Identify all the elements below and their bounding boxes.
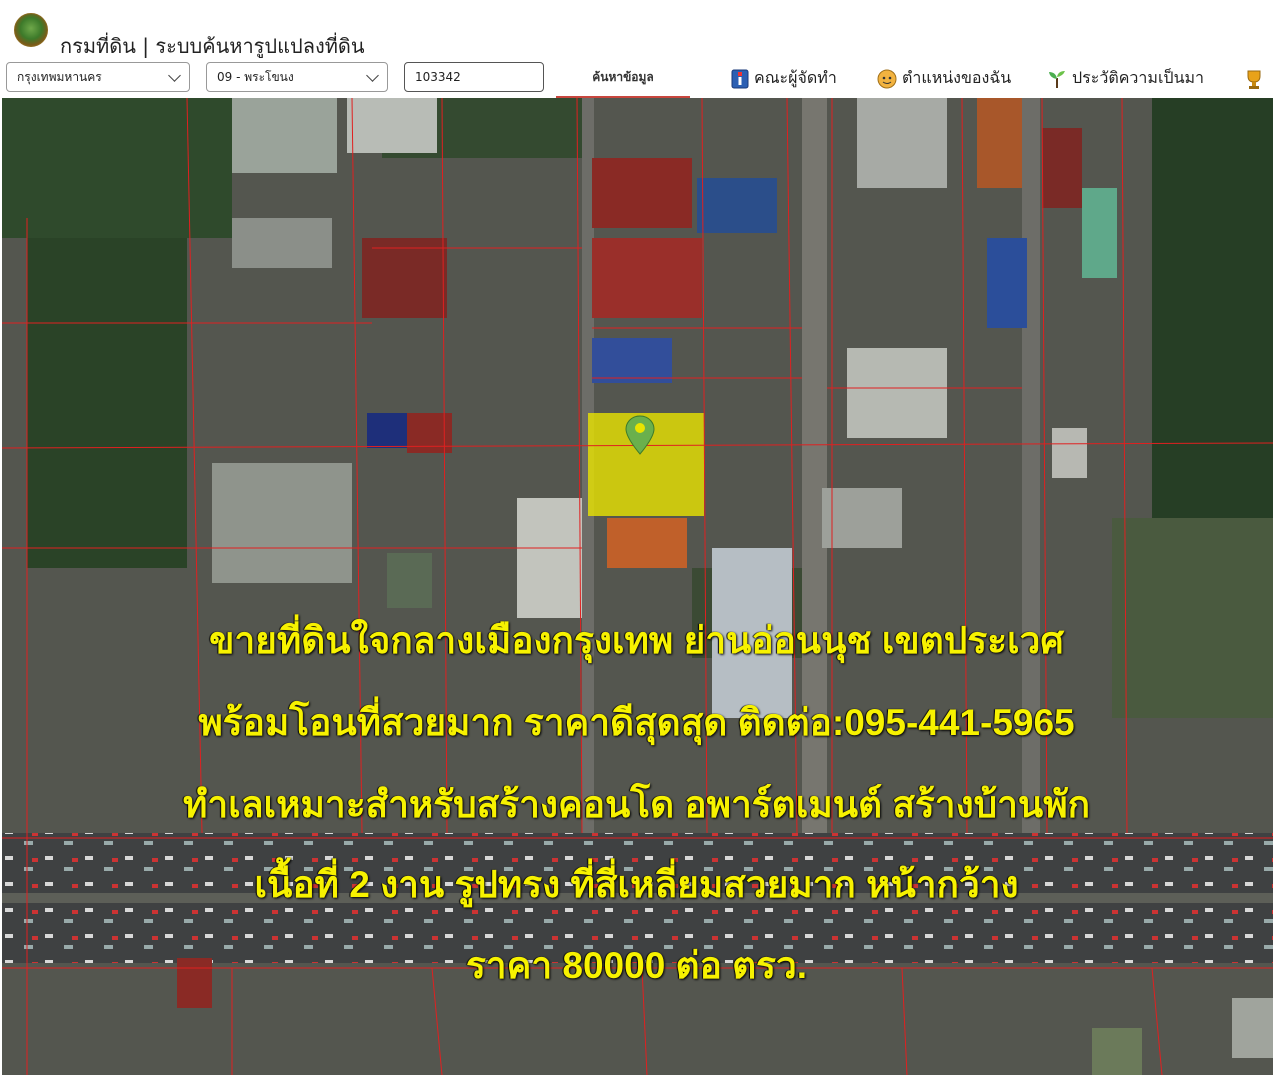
person-face-icon <box>877 69 897 88</box>
nav-location-label: ตำแหน่งของฉัน <box>902 68 1012 87</box>
ad-line-2: พร้อมโอนที่สวยมาก ราคาดีสุดสุด ติดต่อ:09… <box>198 702 1075 743</box>
province-select[interactable]: กรุงเทพมหานคร <box>6 62 190 92</box>
sprout-icon <box>1049 70 1065 88</box>
trophy-icon <box>1247 70 1261 89</box>
ad-line-5: ราคา 80000 ต่อ ตรว. <box>465 945 808 986</box>
parcel-number-input[interactable]: 103342 <box>404 62 544 92</box>
nav-more-link[interactable] <box>1242 64 1270 92</box>
book-icon <box>731 69 749 88</box>
chevron-down-icon <box>168 69 181 82</box>
ad-line-3: ทำเลเหมาะสำหรับสร้างคอนโด อพาร์ตเมนต์ สร… <box>183 784 1090 825</box>
district-select[interactable]: 09 - พระโขนง <box>206 62 388 92</box>
ad-line-4: เนื้อที่ 2 งาน รูปทรง ที่สี่เหลี่ยมสวยมา… <box>254 864 1019 905</box>
district-value: 09 - พระโขนง <box>217 70 294 84</box>
app-title: กรมที่ดิน | ระบบค้นหารูปแปลงที่ดิน <box>60 34 365 58</box>
parcel-map-layer <box>2 98 1273 1075</box>
chevron-down-icon <box>366 69 379 82</box>
province-value: กรุงเทพมหานคร <box>17 70 102 84</box>
parcel-number-value: 103342 <box>415 70 461 84</box>
ad-line-1: ขายที่ดินใจกลางเมืองกรุงเทพ ย่านอ่อนนุช … <box>209 620 1064 661</box>
satellite-map[interactable]: ขายที่ดินใจกลางเมืองกรุงเทพ ย่านอ่อนนุช … <box>2 98 1273 1075</box>
nav-history-link[interactable]: ประวัติความเป็นมา <box>1046 64 1204 92</box>
nav-location-link[interactable]: ตำแหน่งของฉัน <box>876 64 1011 92</box>
nav-history-label: ประวัติความเป็นมา <box>1072 68 1205 87</box>
top-bar: กรมที่ดิน | ระบบค้นหารูปแปลงที่ดิน กรุงเ… <box>0 0 1273 98</box>
department-seal-icon <box>14 13 48 47</box>
search-button[interactable]: ค้นหาข้อมูล <box>556 62 690 98</box>
nav-team-label: คณะผู้จัดทำ <box>754 68 837 87</box>
nav-team-link[interactable]: คณะผู้จัดทำ <box>730 64 837 92</box>
